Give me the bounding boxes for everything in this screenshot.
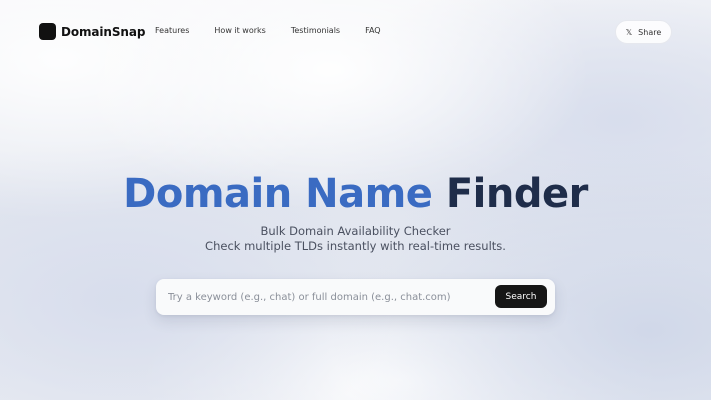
nav-item-how-it-works[interactable]: How it works: [214, 26, 265, 35]
search-button[interactable]: Search: [495, 285, 547, 308]
brand-name: DomainSnap: [61, 24, 146, 39]
x-logo-icon: 𝕏: [625, 27, 633, 37]
search-input[interactable]: [168, 279, 488, 315]
square-logo-icon: [39, 23, 56, 40]
share-label: Share: [638, 27, 662, 37]
subtitle-line-1: Bulk Domain Availability Checker: [260, 224, 451, 238]
title-dark: Finder: [445, 171, 589, 217]
nav-item-testimonials[interactable]: Testimonials: [291, 26, 340, 35]
page-title: Domain Name Finder: [0, 170, 711, 218]
nav-item-features[interactable]: Features: [155, 26, 189, 35]
brand-link[interactable]: DomainSnap: [39, 23, 145, 40]
share-button[interactable]: 𝕏 Share: [615, 20, 672, 44]
nav-item-faq[interactable]: FAQ: [365, 26, 381, 35]
subtitle-line-2: Check multiple TLDs instantly with real-…: [205, 239, 506, 253]
main-nav: Features How it works Testimonials FAQ: [155, 26, 381, 35]
title-accent: Domain Name: [123, 171, 433, 217]
search-bar: Search: [156, 279, 555, 315]
site-header: DomainSnap Features How it works Testimo…: [0, 0, 711, 64]
